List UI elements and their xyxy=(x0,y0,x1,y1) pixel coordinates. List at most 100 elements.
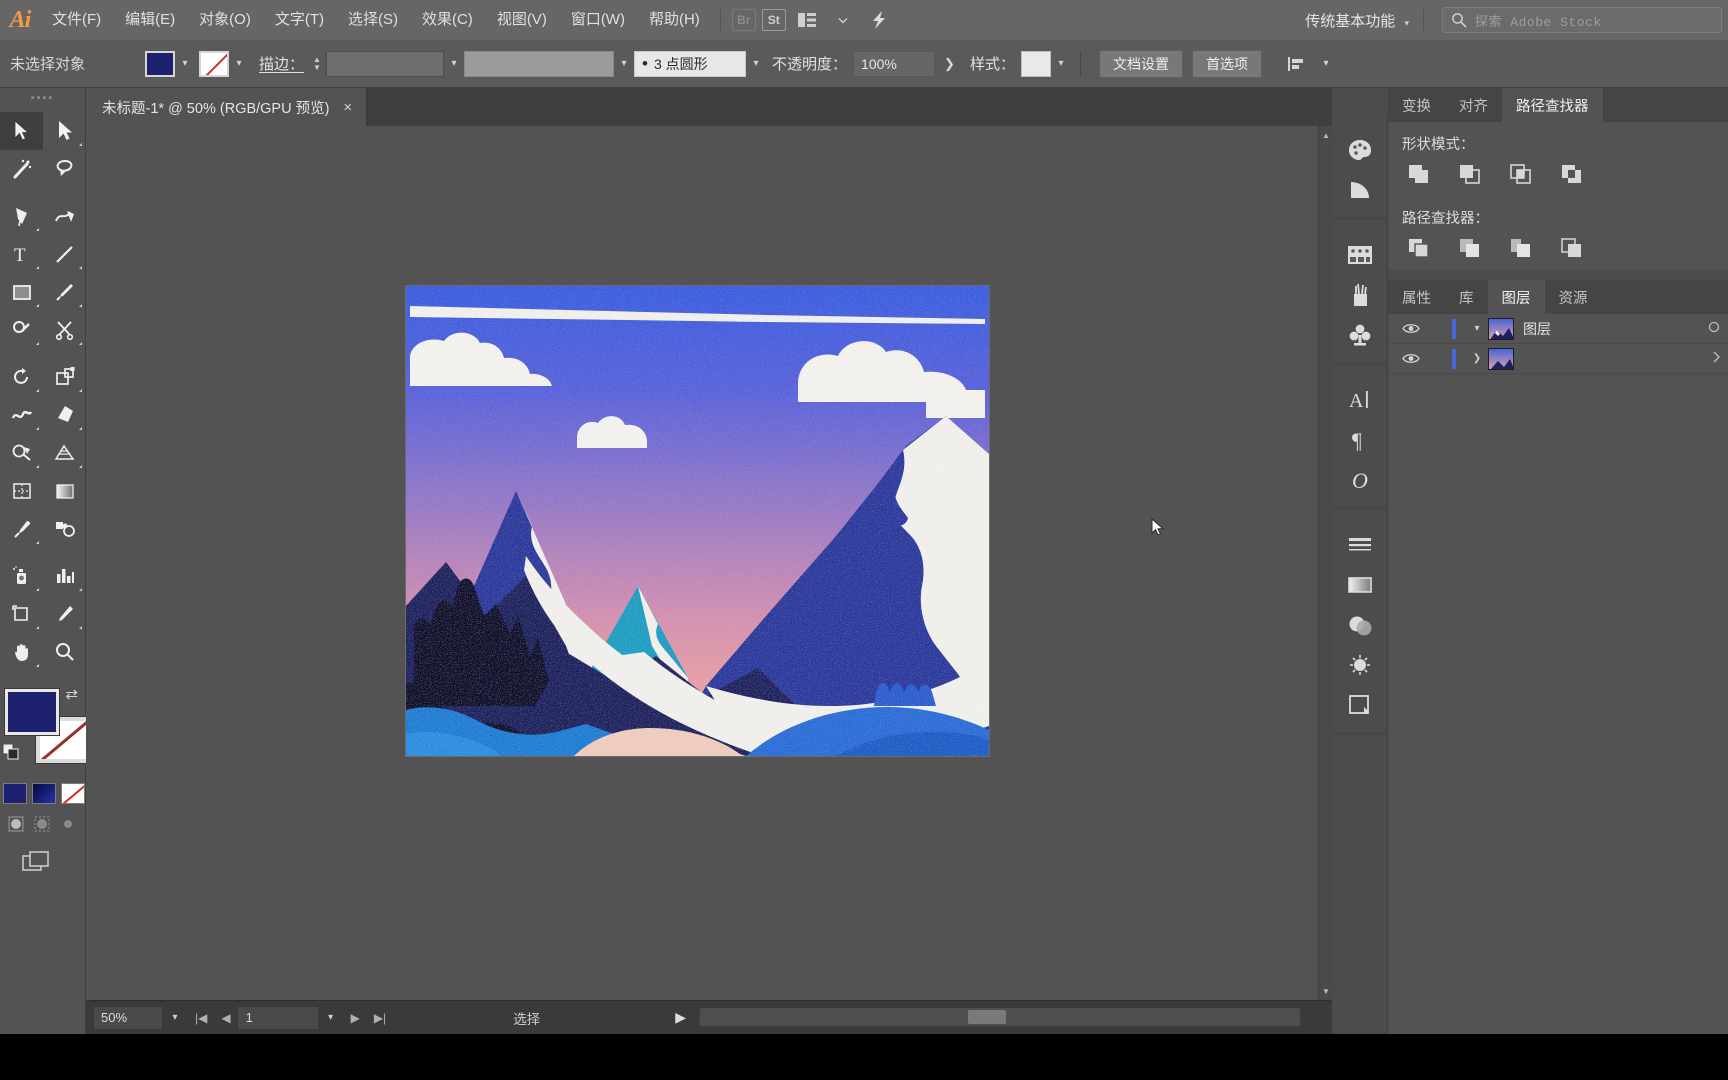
tab-assets[interactable]: 资源 xyxy=(1545,280,1602,314)
fill-control[interactable]: ▾ xyxy=(145,50,195,77)
prev-artboard-button[interactable]: ◀ xyxy=(214,1011,237,1025)
stroke-panel-icon[interactable] xyxy=(1332,525,1388,565)
stroke-style-select[interactable]: • 3 点圆形 xyxy=(634,50,747,77)
trim-button[interactable] xyxy=(1453,234,1487,262)
stroke-profile-select[interactable] xyxy=(464,50,615,77)
document-tab[interactable]: 未标题-1* @ 50% (RGB/GPU 预览) × xyxy=(86,88,368,126)
layer-row[interactable]: ▾ 图层 xyxy=(1388,314,1728,344)
draw-behind-icon[interactable] xyxy=(32,814,51,833)
divide-button[interactable] xyxy=(1402,234,1436,262)
intersect-button[interactable] xyxy=(1504,160,1538,188)
tab-align[interactable]: 对齐 xyxy=(1445,88,1502,122)
paintbrush-tool[interactable] xyxy=(43,273,86,311)
menu-window[interactable]: 窗口(W) xyxy=(559,0,637,40)
first-artboard-button[interactable]: |◀ xyxy=(188,1011,214,1025)
workspace-switcher[interactable]: 传统基本功能 ▾ xyxy=(1299,10,1415,31)
artboard-number-input[interactable]: 1 xyxy=(237,1006,318,1029)
opacity-input[interactable]: 100% xyxy=(853,50,936,77)
horizontal-scroll-thumb[interactable] xyxy=(968,1010,1006,1024)
pen-tool[interactable] xyxy=(0,197,43,235)
menu-help[interactable]: 帮助(H) xyxy=(637,0,712,40)
screen-mode-button[interactable] xyxy=(0,833,85,880)
layer-visibility-eye-icon[interactable] xyxy=(1396,322,1426,335)
arrange-documents-icon[interactable] xyxy=(792,8,822,32)
tab-pathfinder[interactable]: 路径查找器 xyxy=(1502,88,1603,122)
document-setup-button[interactable]: 文档设置 xyxy=(1098,49,1183,78)
free-transform-tool[interactable] xyxy=(43,396,86,434)
stroke-weight-stepper[interactable]: ▲ ▼ xyxy=(310,51,324,77)
discover-lightning-icon[interactable] xyxy=(864,8,894,32)
gradient-tool[interactable] xyxy=(43,472,86,510)
rectangle-tool[interactable] xyxy=(0,273,43,311)
slice-tool[interactable] xyxy=(43,595,86,633)
swap-fill-stroke-icon[interactable]: ⇄ xyxy=(65,685,78,703)
icon-group-grip-4[interactable] xyxy=(1332,515,1387,525)
toolbar-fill-swatch[interactable] xyxy=(5,689,59,735)
stroke-profile-chevron-down-icon[interactable]: ▾ xyxy=(614,51,634,77)
layer-row[interactable]: ❯ xyxy=(1388,344,1728,374)
artboard-tool[interactable] xyxy=(0,595,43,633)
crop-button[interactable] xyxy=(1555,234,1589,262)
brushes-panel-icon[interactable] xyxy=(1332,275,1388,315)
layer-name[interactable]: 图层 xyxy=(1523,319,1551,339)
stock-search-box[interactable]: 探索 Adobe Stock xyxy=(1442,7,1722,33)
color-mode-solid[interactable] xyxy=(3,783,27,804)
draw-normal-icon[interactable] xyxy=(6,814,25,833)
stroke-weight-input[interactable] xyxy=(326,50,445,77)
glyphs-panel-icon[interactable]: O xyxy=(1332,460,1388,500)
stroke-style-chevron-down-icon[interactable]: ▾ xyxy=(746,51,766,77)
tab-transform[interactable]: 变换 xyxy=(1388,88,1445,122)
canvas-vertical-scrollbar[interactable]: ▲ ▼ xyxy=(1318,126,1332,1000)
appearance-panel-icon[interactable] xyxy=(1332,645,1388,685)
artboard-chevron-down-icon[interactable]: ▾ xyxy=(318,1012,344,1023)
menu-object[interactable]: 对象(O) xyxy=(187,0,263,40)
rotate-tool[interactable] xyxy=(0,358,43,396)
layer-visibility-eye-icon[interactable] xyxy=(1396,352,1426,365)
menu-select[interactable]: 选择(S) xyxy=(336,0,410,40)
layer-expand-chevron-right-icon[interactable]: ❯ xyxy=(1466,353,1488,364)
symbol-sprayer-tool[interactable] xyxy=(0,557,43,595)
shaper-tool[interactable] xyxy=(0,311,43,349)
column-graph-tool[interactable] xyxy=(43,557,86,595)
gradient-panel-icon[interactable] xyxy=(1332,565,1388,605)
style-chevron-down-icon[interactable]: ▾ xyxy=(1051,51,1071,77)
next-artboard-button[interactable]: ▶ xyxy=(344,1011,367,1025)
exclude-button[interactable] xyxy=(1555,160,1589,188)
canvas-horizontal-scrollbar[interactable] xyxy=(700,1008,1300,1026)
menu-type[interactable]: 文字(T) xyxy=(263,0,336,40)
tab-layers[interactable]: 图层 xyxy=(1487,280,1545,314)
zoom-chevron-down-icon[interactable]: ▾ xyxy=(162,1012,188,1023)
layer-expand-chevron-down-icon[interactable]: ▾ xyxy=(1466,323,1488,334)
character-panel-icon[interactable]: A xyxy=(1332,380,1388,420)
mesh-tool[interactable] xyxy=(0,472,43,510)
document-close-icon[interactable]: × xyxy=(343,99,352,116)
icon-group-grip-1[interactable] xyxy=(1332,120,1387,130)
stock-icon[interactable]: St xyxy=(761,9,786,31)
color-guide-icon[interactable] xyxy=(1332,170,1388,210)
color-mode-none[interactable] xyxy=(61,783,85,804)
stroke-swatch-none[interactable] xyxy=(199,50,229,77)
icon-group-grip-3[interactable] xyxy=(1332,370,1387,380)
stroke-chevron-down-icon[interactable]: ▾ xyxy=(229,51,249,77)
scroll-down-icon[interactable]: ▼ xyxy=(1319,984,1333,998)
merge-button[interactable] xyxy=(1504,234,1538,262)
minus-front-button[interactable] xyxy=(1453,160,1487,188)
menu-edit[interactable]: 编辑(E) xyxy=(113,0,187,40)
color-panel-icon[interactable] xyxy=(1332,130,1388,170)
direct-selection-tool[interactable] xyxy=(43,112,86,150)
fill-chevron-down-icon[interactable]: ▾ xyxy=(175,51,195,77)
shape-builder-tool[interactable] xyxy=(0,434,43,472)
zoom-level-input[interactable]: 50% xyxy=(94,1006,162,1029)
scale-tool[interactable] xyxy=(43,358,86,396)
menu-file[interactable]: 文件(F) xyxy=(40,0,113,40)
align-chevron-down-icon[interactable]: ▾ xyxy=(1316,51,1336,77)
artboard[interactable] xyxy=(406,286,989,756)
default-fill-stroke-icon[interactable] xyxy=(2,743,20,766)
blend-tool[interactable] xyxy=(43,510,86,548)
color-mode-gradient[interactable] xyxy=(32,783,56,804)
draw-inside-icon[interactable] xyxy=(58,814,77,833)
fill-swatch[interactable] xyxy=(145,50,175,77)
paragraph-panel-icon[interactable]: ¶ xyxy=(1332,420,1388,460)
eyedropper-tool[interactable] xyxy=(0,510,43,548)
stroke-weight-chevron-down-icon[interactable]: ▾ xyxy=(444,51,464,77)
